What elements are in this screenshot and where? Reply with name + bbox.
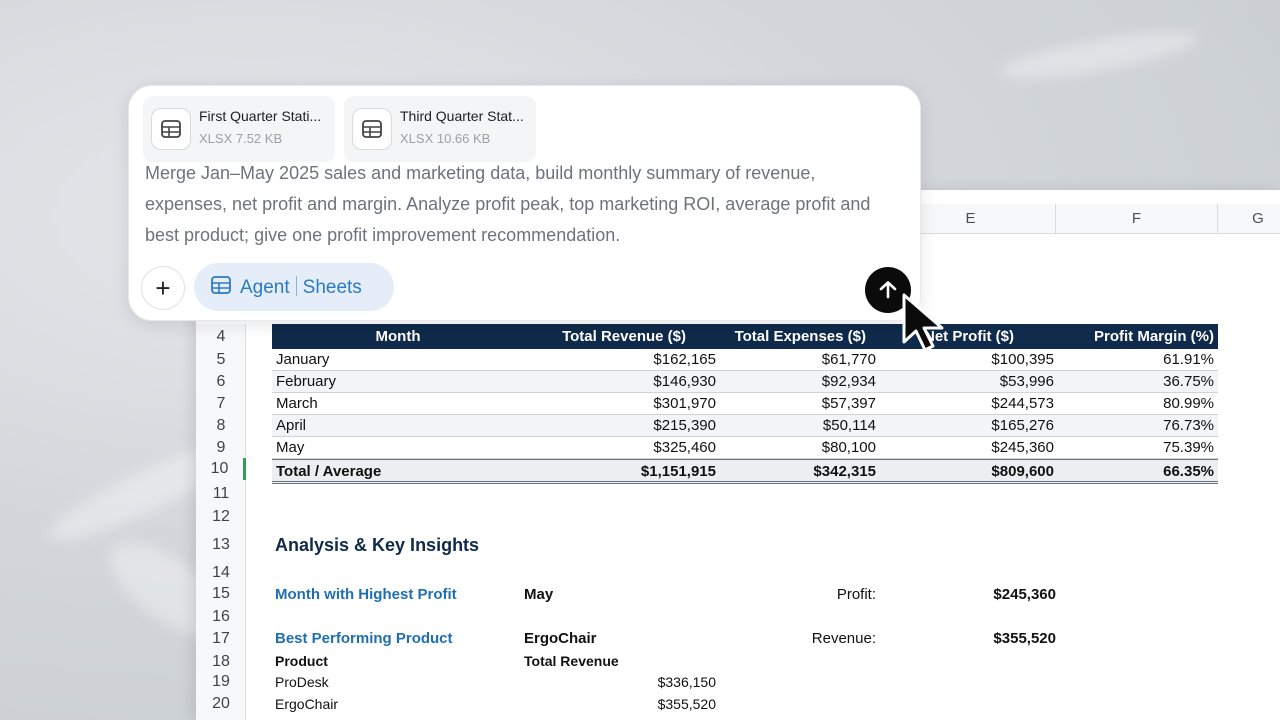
background-streak bbox=[998, 22, 1202, 88]
row-number[interactable]: 18 bbox=[196, 653, 246, 671]
cell-total-expenses[interactable]: $342,315 bbox=[813, 463, 876, 480]
revenue-value[interactable]: $355,520 bbox=[956, 630, 1056, 647]
header-profit-margin[interactable]: Profit Margin (%) bbox=[1014, 324, 1214, 349]
highest-profit-label[interactable]: Month with Highest Profit bbox=[275, 586, 457, 603]
cell-revenue[interactable]: $325,460 bbox=[653, 439, 716, 456]
cell-total-net-profit[interactable]: $809,600 bbox=[991, 463, 1054, 480]
cell-expenses[interactable]: $57,397 bbox=[822, 395, 876, 412]
cell-net-profit[interactable]: $245,360 bbox=[991, 439, 1054, 456]
table-row[interactable]: February $146,930 $92,934 $53,996 36.75% bbox=[272, 371, 1218, 393]
add-attachment-button[interactable]: + bbox=[141, 266, 185, 310]
cell-expenses[interactable]: $50,114 bbox=[823, 417, 876, 434]
row-number[interactable]: 8 bbox=[196, 417, 246, 435]
row-number[interactable]: 15 bbox=[196, 585, 246, 603]
mouse-pointer-icon bbox=[902, 293, 944, 352]
row-number[interactable]: 11 bbox=[196, 485, 246, 503]
cell-expenses[interactable]: $92,934 bbox=[822, 373, 876, 390]
plus-icon: + bbox=[155, 272, 171, 303]
product-revenue[interactable]: $336,150 bbox=[616, 674, 716, 690]
cell-revenue[interactable]: $162,165 bbox=[653, 351, 716, 368]
attachment-chip[interactable]: First Quarter Stati... XLSX 7.52 KB bbox=[143, 96, 335, 162]
product-name[interactable]: ProDesk bbox=[275, 674, 329, 690]
cell-margin[interactable]: 36.75% bbox=[1163, 373, 1214, 390]
row-number[interactable]: 20 bbox=[196, 695, 246, 713]
attachment-meta: XLSX 10.66 KB bbox=[400, 131, 491, 146]
product-column-header[interactable]: Product bbox=[275, 653, 328, 669]
row-number-gutter: 4 5 6 7 8 9 10 11 12 13 14 15 16 17 18 1… bbox=[196, 324, 246, 720]
column-header-f[interactable]: F bbox=[1056, 204, 1218, 234]
cell-month[interactable]: January bbox=[276, 351, 329, 368]
row-number[interactable]: 19 bbox=[196, 673, 246, 691]
best-product-name[interactable]: ErgoChair bbox=[524, 630, 597, 647]
cell-revenue[interactable]: $215,390 bbox=[653, 417, 716, 434]
column-header-g[interactable]: G bbox=[1218, 204, 1280, 234]
cell-revenue[interactable]: $301,970 bbox=[653, 395, 716, 412]
agent-label: Agent bbox=[240, 276, 290, 298]
profit-label[interactable]: Profit: bbox=[816, 586, 876, 603]
header-total-expenses[interactable]: Total Expenses ($) bbox=[686, 324, 866, 349]
row-number[interactable]: 17 bbox=[196, 630, 246, 648]
row-number-active[interactable]: 10 bbox=[196, 458, 246, 480]
spreadsheet-file-icon bbox=[352, 108, 392, 150]
mode-separator bbox=[295, 275, 297, 296]
sheets-label: Sheets bbox=[302, 276, 362, 298]
cell-margin[interactable]: 75.39% bbox=[1163, 439, 1214, 456]
product-name[interactable]: ErgoChair bbox=[275, 696, 338, 712]
cell-revenue[interactable]: $146,930 bbox=[653, 373, 716, 390]
attachment-chip[interactable]: Third Quarter Stat... XLSX 10.66 KB bbox=[344, 96, 536, 162]
cell-margin[interactable]: 61.91% bbox=[1163, 351, 1214, 368]
header-month[interactable]: Month bbox=[272, 324, 524, 349]
row-number[interactable]: 13 bbox=[196, 536, 246, 554]
cell-total-label[interactable]: Total / Average bbox=[276, 463, 381, 480]
best-product-label[interactable]: Best Performing Product bbox=[275, 630, 453, 647]
row-number[interactable]: 9 bbox=[196, 439, 246, 457]
spreadsheet-file-icon bbox=[151, 108, 191, 150]
table-row[interactable]: January $162,165 $61,770 $100,395 61.91% bbox=[272, 349, 1218, 371]
summary-table-header: Month Total Revenue ($) Total Expenses (… bbox=[272, 324, 1218, 349]
cell-month[interactable]: February bbox=[276, 373, 336, 390]
agent-mode-button[interactable]: Agent Sheets bbox=[194, 263, 394, 311]
cell-month[interactable]: April bbox=[276, 417, 306, 434]
cell-expenses[interactable]: $61,770 bbox=[822, 351, 876, 368]
cell-margin[interactable]: 80.99% bbox=[1163, 395, 1214, 412]
arrow-up-icon bbox=[879, 281, 897, 299]
table-row[interactable]: April $215,390 $50,114 $165,276 76.73% bbox=[272, 415, 1218, 437]
sheets-icon bbox=[210, 274, 232, 301]
table-row[interactable]: May $325,460 $80,100 $245,360 75.39% bbox=[272, 437, 1218, 459]
attachment-meta: XLSX 7.52 KB bbox=[199, 131, 283, 146]
cell-average-margin[interactable]: 66.35% bbox=[1163, 463, 1214, 480]
cell-total-revenue[interactable]: $1,151,915 bbox=[641, 463, 716, 480]
cell-expenses[interactable]: $80,100 bbox=[822, 439, 876, 456]
revenue-label[interactable]: Revenue: bbox=[776, 630, 876, 647]
attachment-name: First Quarter Stati... bbox=[199, 108, 322, 124]
cell-net-profit[interactable]: $244,573 bbox=[991, 395, 1054, 412]
cell-net-profit[interactable]: $100,395 bbox=[991, 351, 1054, 368]
row-number[interactable]: 16 bbox=[196, 608, 246, 626]
prompt-card: First Quarter Stati... XLSX 7.52 KB Thir… bbox=[128, 85, 921, 321]
insights-title[interactable]: Analysis & Key Insights bbox=[275, 535, 479, 556]
product-revenue[interactable]: $355,520 bbox=[616, 696, 716, 712]
row-number[interactable]: 12 bbox=[196, 508, 246, 526]
cell-month[interactable]: May bbox=[276, 439, 304, 456]
header-total-revenue[interactable]: Total Revenue ($) bbox=[524, 324, 686, 349]
total-row[interactable]: Total / Average $1,151,915 $342,315 $809… bbox=[272, 459, 1218, 484]
row-number[interactable]: 4 bbox=[196, 328, 246, 346]
cell-net-profit[interactable]: $53,996 bbox=[1000, 373, 1054, 390]
highest-profit-month[interactable]: May bbox=[524, 586, 553, 603]
cell-month[interactable]: March bbox=[276, 395, 318, 412]
total-revenue-column-header[interactable]: Total Revenue bbox=[524, 653, 619, 669]
cell-net-profit[interactable]: $165,276 bbox=[991, 417, 1054, 434]
cell-margin[interactable]: 76.73% bbox=[1163, 417, 1214, 434]
row-number[interactable]: 7 bbox=[196, 395, 246, 413]
agent-mode-label: Agent Sheets bbox=[240, 275, 362, 299]
attachment-name: Third Quarter Stat... bbox=[400, 108, 524, 124]
prompt-input[interactable]: Merge Jan–May 2025 sales and marketing d… bbox=[145, 158, 895, 251]
table-row[interactable]: March $301,970 $57,397 $244,573 80.99% bbox=[272, 393, 1218, 415]
row-number[interactable]: 5 bbox=[196, 351, 246, 369]
row-number[interactable]: 6 bbox=[196, 373, 246, 391]
row-number[interactable]: 14 bbox=[196, 564, 246, 582]
profit-value[interactable]: $245,360 bbox=[956, 586, 1056, 603]
